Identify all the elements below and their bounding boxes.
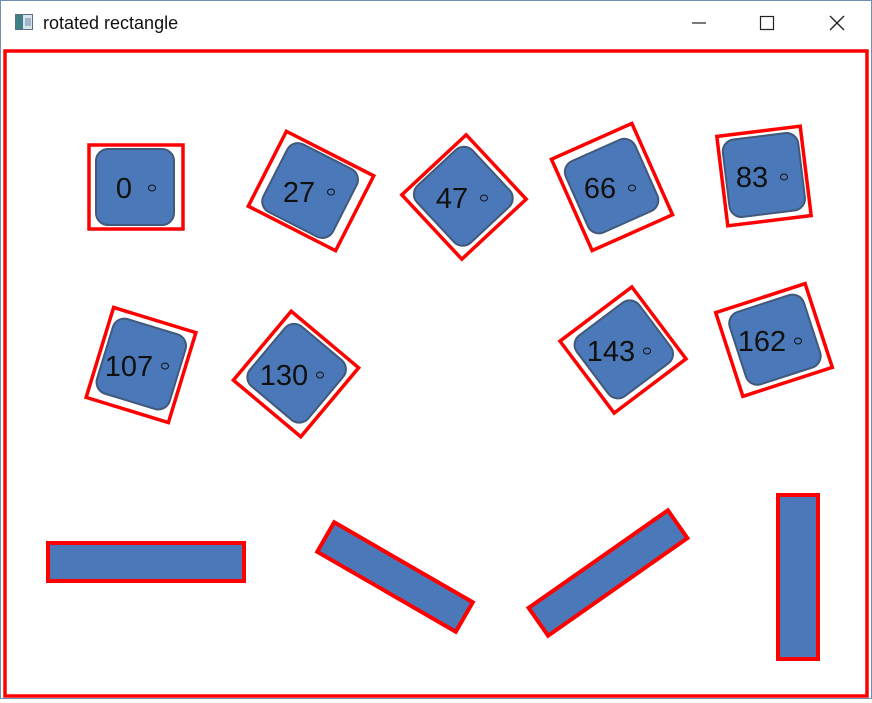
shape-angle-label: 0: [116, 173, 132, 205]
rotated-bar: [776, 493, 820, 661]
shapes-layer: 0 27 47 66 83 107 130 143 162: [46, 121, 835, 661]
shape-angle-label: 83: [736, 162, 768, 194]
labeled-shape: 66: [549, 121, 675, 253]
maximize-icon: [759, 15, 775, 31]
shape-angle-label: 143: [587, 336, 635, 368]
close-button[interactable]: [807, 1, 867, 45]
labeled-shape: 47: [399, 132, 529, 262]
maximize-button[interactable]: [737, 1, 797, 45]
minimize-icon: [692, 22, 706, 24]
shape-angle-label: 66: [584, 173, 616, 205]
shape-angle-label: 162: [738, 326, 786, 358]
labeled-shape: 27: [245, 128, 377, 254]
shape-angle-label: 47: [436, 183, 468, 215]
shape-angle-label: 27: [283, 177, 315, 209]
labeled-shape: 143: [557, 284, 689, 416]
rotated-bar: [525, 507, 691, 639]
labeled-shape: 162: [713, 281, 835, 399]
close-icon: [829, 15, 845, 31]
shape-angle-label: 130: [260, 360, 308, 392]
title-bar[interactable]: rotated rectangle: [1, 1, 871, 45]
labeled-shape: 0: [87, 143, 185, 231]
app-window-icon: [15, 14, 33, 30]
image-canvas: 0 27 47 66 83 107 130 143 162: [1, 45, 871, 698]
labeled-shape: 107: [83, 305, 199, 425]
minimize-button[interactable]: [669, 1, 729, 45]
shape-angle-label: 107: [105, 351, 153, 383]
labeled-shape: 83: [714, 124, 814, 228]
rounded-square: [95, 148, 175, 226]
rotated-bar: [314, 519, 476, 635]
scene-svg: 0 27 47 66 83 107 130 143 162: [3, 49, 869, 698]
rotated-bar: [46, 541, 246, 583]
labeled-shape: 130: [230, 308, 362, 440]
window-title: rotated rectangle: [43, 13, 179, 33]
app-window: rotated rectangle 0 27 47 66 83 107 130 143 162: [0, 0, 872, 699]
